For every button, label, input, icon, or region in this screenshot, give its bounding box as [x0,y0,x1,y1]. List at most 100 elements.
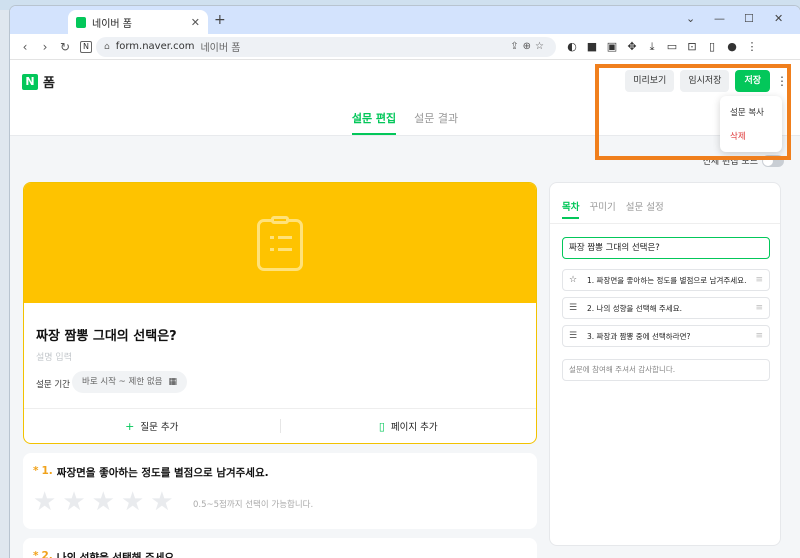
toc-item[interactable]: ☰ 3. 짜장과 짬뽕 중에 선택하라면? ≡ [562,325,770,347]
address-bar-row: ‹ › ↻ N ⌂ form.naver.com 네이버 폼 ⇪⊕☆ ◐ ■ ▣… [10,34,800,60]
clipboard-line-1 [278,236,292,239]
url-action-icons[interactable]: ⇪⊕☆ [510,41,548,52]
toc-item-label: 3. 짜장과 짬뽕 중에 선택하라면? [587,331,691,341]
add-page-label: 페이지 추가 [390,422,438,433]
site-info-icon[interactable]: ⌂ [104,42,110,52]
form-title[interactable]: 짜장 짬뽕 그대의 선택은? [36,325,177,344]
list-icon: ☰ [569,331,578,341]
menu-item-copy-survey[interactable]: 설문 복사 [720,100,782,124]
list-icon: ☰ [569,303,578,313]
drag-handle-icon[interactable]: ≡ [755,331,763,341]
tab-survey-results[interactable]: 설문 결과 [414,105,458,135]
naver-form-favicon-icon [76,16,86,28]
reload-icon[interactable]: ↻ [56,40,74,54]
required-marker: * [33,550,39,558]
naver-extension-icon[interactable]: N [80,40,92,53]
panel-tabs: 목차 꾸미기 설문 설정 [562,199,664,219]
add-page-button[interactable]: ▯ 페이지 추가 [281,409,537,443]
form-banner[interactable] [24,183,536,303]
url-page-title: 네이버 폼 [200,43,241,54]
question-title: * 2. 나의 성향을 선택해 주세요. [33,550,178,558]
add-question-label: 질문 추가 [140,422,179,433]
rating-hint: 0.5~5점까지 선택이 가능합니다. [193,500,314,510]
preview-button[interactable]: 미리보기 [625,70,675,92]
drag-handle-icon[interactable]: ≡ [755,303,763,313]
back-icon[interactable]: ‹ [16,40,34,54]
menu-item-delete[interactable]: 삭제 [720,124,782,148]
save-button[interactable]: 저장 [735,70,770,92]
clipboard-icon [257,216,303,271]
star-icon[interactable]: ★ [62,489,85,515]
tab-edit-survey[interactable]: 설문 편집 [351,105,397,135]
window-close-button[interactable]: ✕ [774,12,783,25]
required-marker: * [33,465,39,477]
chevron-down-icon[interactable]: ⌄ [686,12,695,25]
tab-decorate[interactable]: 꾸미기 [589,199,615,219]
profile-avatar-icon[interactable]: ● [726,40,738,54]
question-card[interactable]: * 2. 나의 성향을 선택해 주세요. [23,538,537,558]
tab-strip: 네이버 폼 ✕ + ⌄ — ☐ ✕ [10,6,800,34]
star-icon[interactable]: ★ [150,489,173,515]
minimize-button[interactable]: — [714,12,725,25]
camera-icon[interactable]: ▭ [666,40,678,54]
clipboard-check-1 [270,236,274,239]
browser-window: 네이버 폼 ✕ + ⌄ — ☐ ✕ ‹ › ↻ N ⌂ form.naver.c… [10,6,800,558]
page-icon: ▯ [378,419,385,433]
naver-logo-mark: N [22,73,38,90]
question-title: * 1. 짜장면을 좋아하는 정도를 별점으로 남겨주세요. [33,465,269,480]
mouse-extension-icon[interactable]: ◐ [566,40,578,54]
tab-contents[interactable]: 목차 [562,199,580,219]
sidebar-icon[interactable]: ▯ [706,40,718,54]
side-panel: 목차 꾸미기 설문 설정 짜장 짬뽕 그대의 선택은? ☆ 1. 짜장면을 좋아… [549,182,781,546]
tab-survey-settings[interactable]: 설문 설정 [626,199,664,219]
header-actions: 미리보기 임시저장 저장 ⋮ [625,70,788,92]
full-edit-mode-toggle[interactable] [762,154,784,167]
green-extension-icon[interactable]: ▣ [606,40,618,54]
new-tab-button[interactable]: + [214,12,226,28]
star-icon[interactable]: ★ [33,489,56,515]
puzzle-extension-icon[interactable]: ✥ [626,40,638,54]
screenshot-icon[interactable]: ⊡ [686,40,698,54]
drag-handle-icon[interactable]: ≡ [755,275,763,285]
form-description-field[interactable]: 설명 입력 [36,350,72,363]
survey-period-selector[interactable]: 바로 시작 ~ 제한 없음 ▦ [72,371,188,393]
toc-item-label: 2. 나의 성향을 선택해 주세요. [587,303,682,313]
naver-form-logo[interactable]: N 폼 [22,72,55,91]
dark-extension-icon[interactable]: ■ [586,40,598,54]
tab-close-icon[interactable]: ✕ [191,16,200,29]
toc-ending-message[interactable]: 설문에 참여해 주셔서 감사합니다. [562,359,770,381]
browser-menu-icon[interactable]: ⋮ [746,40,758,54]
add-question-button[interactable]: + 질문 추가 [24,409,280,443]
question-text: 짜장면을 좋아하는 정도를 별점으로 남겨주세요. [56,467,269,479]
main-tabs: 설문 편집 설문 결과 [10,105,800,135]
more-options-icon[interactable]: ⋮ [776,74,788,88]
question-card[interactable]: * 1. 짜장면을 좋아하는 정도를 별점으로 남겨주세요. ★ ★ ★ ★ ★… [23,453,537,529]
url-host: form.naver.com [115,41,195,52]
star-icon[interactable]: ★ [92,489,115,515]
toc-form-title[interactable]: 짜장 짬뽕 그대의 선택은? [562,237,770,259]
tab-title: 네이버 폼 [92,18,132,30]
maximize-button[interactable]: ☐ [744,12,754,25]
question-number: 2. [41,550,53,558]
star-rating: ★ ★ ★ ★ ★ [33,489,174,515]
forward-icon[interactable]: › [36,40,54,54]
extension-toolbar: ◐ ■ ▣ ✥ ⤓ ▭ ⊡ ▯ ● ⋮ [566,40,758,54]
url-field[interactable]: ⌂ form.naver.com 네이버 폼 ⇪⊕☆ [96,36,556,57]
clipboard-line-2 [278,248,292,251]
toc-item[interactable]: ☰ 2. 나의 성향을 선택해 주세요. ≡ [562,297,770,319]
form-card-footer: + 질문 추가 ▯ 페이지 추가 [24,408,536,443]
star-icon[interactable]: ★ [121,489,144,515]
browser-tab[interactable]: 네이버 폼 ✕ [68,10,208,34]
survey-period-label: 설문 기간 [36,380,70,390]
toc-item-label: 1. 짜장면을 좋아하는 정도를 별점으로 남겨주세요. [587,275,747,285]
temp-save-button[interactable]: 임시저장 [680,70,730,92]
clipboard-check-2 [270,248,274,251]
form-header-card: 짜장 짬뽕 그대의 선택은? 설명 입력 설문 기간 바로 시작 ~ 제한 없음… [23,182,537,444]
panel-divider [550,223,780,224]
survey-period-value: 바로 시작 ~ 제한 없음 [82,377,163,387]
more-options-menu: 설문 복사 삭제 [720,96,782,152]
toc-item[interactable]: ☆ 1. 짜장면을 좋아하는 정도를 별점으로 남겨주세요. ≡ [562,269,770,291]
download-icon[interactable]: ⤓ [646,40,658,54]
calendar-icon: ▦ [168,377,178,387]
question-text: 나의 성향을 선택해 주세요. [56,552,179,558]
